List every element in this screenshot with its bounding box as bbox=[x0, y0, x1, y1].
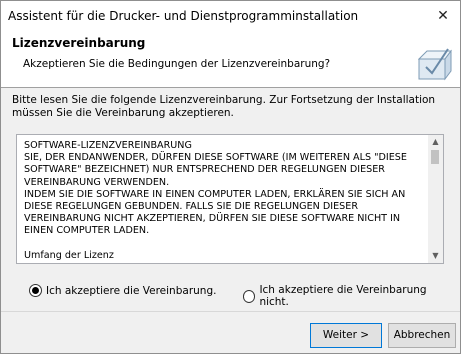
decline-radio[interactable]: Ich akzeptiere die Vereinbarung nicht. bbox=[243, 284, 449, 308]
cancel-button[interactable]: Abbrechen bbox=[388, 323, 456, 348]
next-button[interactable]: Weiter > bbox=[310, 323, 382, 348]
accept-radio[interactable]: Ich akzeptiere die Vereinbarung. bbox=[29, 284, 216, 297]
scroll-up-icon[interactable]: ▲ bbox=[428, 135, 443, 149]
radio-selected-icon[interactable] bbox=[29, 284, 42, 297]
window-title: Assistent für die Drucker- und Dienstpro… bbox=[8, 9, 359, 23]
title-bar: Assistent für die Drucker- und Dienstpro… bbox=[1, 1, 460, 31]
close-icon[interactable]: ✕ bbox=[432, 5, 454, 27]
intro-text: Bitte lesen Sie die folgende Lizenzverei… bbox=[12, 94, 436, 119]
scroll-down-icon[interactable]: ▼ bbox=[428, 249, 443, 263]
decline-label[interactable]: Ich akzeptiere die Vereinbarung nicht. bbox=[259, 284, 449, 308]
license-text: SOFTWARE-LIZENZVEREINBARUNG SIE, DER END… bbox=[24, 140, 407, 260]
page-title: Lizenzvereinbarung bbox=[12, 36, 146, 50]
scroll-thumb[interactable] bbox=[431, 150, 439, 164]
wizard-header: Lizenzvereinbarung Akzeptieren Sie die B… bbox=[1, 31, 460, 88]
license-scrollbar[interactable]: ▲ ▼ bbox=[428, 135, 443, 263]
agreement-options: Ich akzeptiere die Vereinbarung. Ich akz… bbox=[29, 284, 449, 308]
footer-divider bbox=[1, 311, 460, 312]
page-subtitle: Akzeptieren Sie die Bedingungen der Lize… bbox=[23, 58, 331, 70]
radio-unselected-icon[interactable] bbox=[243, 289, 256, 303]
wizard-body: Bitte lesen Sie die folgende Lizenzverei… bbox=[1, 88, 460, 353]
accept-label[interactable]: Ich akzeptiere die Vereinbarung. bbox=[46, 285, 216, 297]
setup-box-icon bbox=[418, 48, 452, 81]
license-textbox[interactable]: SOFTWARE-LIZENZVEREINBARUNG SIE, DER END… bbox=[16, 134, 444, 264]
installer-window: Assistent für die Drucker- und Dienstpro… bbox=[0, 0, 461, 354]
